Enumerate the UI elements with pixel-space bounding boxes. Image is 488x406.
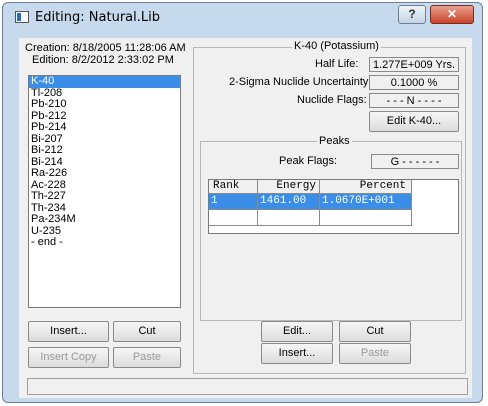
cut-nuclide-button[interactable]: Cut xyxy=(113,321,181,342)
column-header-energy[interactable]: Energy xyxy=(258,180,320,194)
insert-peak-button[interactable]: Insert... xyxy=(261,343,333,364)
column-header-percent[interactable]: Percent xyxy=(320,180,412,194)
edition-date: Edition: 8/2/2012 2:33:02 PM xyxy=(32,54,174,66)
cut-peak-button[interactable]: Cut xyxy=(339,321,411,342)
status-bar xyxy=(27,378,468,395)
insert-nuclide-button[interactable]: Insert... xyxy=(28,321,109,342)
peak-energy-cell[interactable]: 1461.00 xyxy=(258,194,320,210)
peak-rank-cell[interactable]: 1 xyxy=(209,194,258,210)
peaks-table[interactable]: Rank Energy Percent 1 1461.00 1.0670E+00… xyxy=(208,179,459,234)
nuclide-list-item[interactable]: Th-227 xyxy=(29,190,180,203)
nuclide-flags-label: Nuclide Flags: xyxy=(297,94,367,106)
dialog-client: Creation: 8/18/2005 11:28:06 AM Edition:… xyxy=(19,38,472,398)
creation-date: Creation: 8/18/2005 11:28:06 AM xyxy=(25,42,186,54)
empty-cell[interactable] xyxy=(258,210,320,226)
peak-percent-cell[interactable]: 1.0670E+001 xyxy=(320,194,412,210)
half-life-label: Half Life: xyxy=(315,58,359,70)
peak-flags-label: Peak Flags: xyxy=(279,155,338,167)
column-header-rank[interactable]: Rank xyxy=(209,180,258,194)
close-button[interactable]: ✕ xyxy=(430,5,474,24)
help-button[interactable]: ? xyxy=(398,5,426,24)
nuclide-list-item[interactable]: Ra-226 xyxy=(29,167,180,180)
uncertainty-value: 0.1000 % xyxy=(369,75,459,90)
app-icon xyxy=(15,11,29,23)
nuclide-list[interactable]: K-40 Tl-208 Pb-210 Pb-212 Pb-214 Bi-207 Bi-212… xyxy=(28,75,181,308)
nuclide-list-item[interactable]: Pb-210 xyxy=(29,98,180,111)
half-life-value: 1.277E+009 Yrs. xyxy=(369,57,459,72)
insert-copy-button[interactable]: Insert Copy xyxy=(28,347,109,368)
peak-flags-value: G - - - - - - xyxy=(371,154,459,169)
paste-nuclide-button[interactable]: Paste xyxy=(113,347,181,368)
empty-cell[interactable] xyxy=(320,210,412,226)
window-title: Editing: Natural.Lib xyxy=(35,10,160,25)
nuclide-flags-value: - - - N - - - - xyxy=(369,93,459,108)
dialog-window: Editing: Natural.Lib ? ✕ Creation: 8/18/… xyxy=(2,2,483,403)
nuclide-group-title: K-40 (Potassium) xyxy=(292,40,381,52)
paste-peak-button[interactable]: Paste xyxy=(339,343,411,364)
nuclide-list-item[interactable]: Bi-212 xyxy=(29,144,180,157)
peaks-group-title: Peaks xyxy=(317,135,352,147)
nuclide-list-item[interactable]: Pa-234M xyxy=(29,213,180,226)
edit-nuclide-button[interactable]: Edit K-40... xyxy=(369,111,459,132)
uncertainty-label: 2-Sigma Nuclide Uncertainty: xyxy=(229,76,372,88)
nuclide-list-item[interactable]: K-40 xyxy=(29,75,180,88)
title-bar[interactable]: Editing: Natural.Lib ? ✕ xyxy=(3,3,482,31)
edit-peak-button[interactable]: Edit... xyxy=(261,321,333,342)
nuclide-list-item[interactable]: - end - xyxy=(29,236,180,249)
empty-cell[interactable] xyxy=(209,210,258,226)
nuclide-list-item[interactable]: Pb-214 xyxy=(29,121,180,134)
